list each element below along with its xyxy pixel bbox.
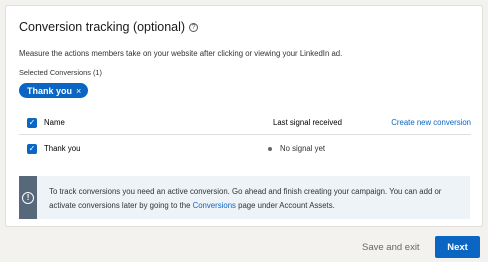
section-description: Measure the actions members take on your… xyxy=(19,49,343,58)
select-all-checkbox[interactable]: ✓ xyxy=(27,118,37,128)
signal-status-text: No signal yet xyxy=(280,144,326,153)
save-and-exit-button[interactable]: Save and exit xyxy=(362,242,420,253)
info-text: To track conversions you need an active … xyxy=(37,176,470,219)
status-dot-icon xyxy=(268,146,272,151)
signal-status: No signal yet xyxy=(268,144,325,153)
info-banner: ! To track conversions you need an activ… xyxy=(19,176,470,219)
info-text-after: page under Account Assets. xyxy=(235,201,335,210)
conversions-table: ✓ Name Last signal received Create new c… xyxy=(19,112,471,157)
table-header: ✓ Name Last signal received Create new c… xyxy=(19,112,471,135)
conversions-link[interactable]: Conversions xyxy=(193,201,236,210)
row-checkbox[interactable]: ✓ xyxy=(27,144,37,154)
conversion-tracking-card: Conversion tracking (optional) ? Measure… xyxy=(5,5,483,227)
table-row: ✓ Thank you No signal yet xyxy=(19,138,471,160)
close-icon[interactable]: × xyxy=(76,86,81,96)
selected-conversions-label: Selected Conversions (1) xyxy=(19,68,102,77)
title-row: Conversion tracking (optional) ? xyxy=(19,20,199,34)
column-header-name: Name xyxy=(44,118,65,127)
next-button[interactable]: Next xyxy=(435,236,480,258)
pill-label: Thank you xyxy=(27,85,73,96)
conversion-name: Thank you xyxy=(44,144,81,153)
selected-conversion-pill[interactable]: Thank you × xyxy=(19,83,89,98)
create-new-conversion-link[interactable]: Create new conversion xyxy=(391,118,471,127)
column-header-signal: Last signal received xyxy=(273,118,342,127)
help-icon[interactable]: ? xyxy=(189,22,199,32)
section-title: Conversion tracking (optional) xyxy=(19,20,186,34)
info-icon-bar: ! xyxy=(19,176,38,219)
alert-icon: ! xyxy=(22,191,35,204)
